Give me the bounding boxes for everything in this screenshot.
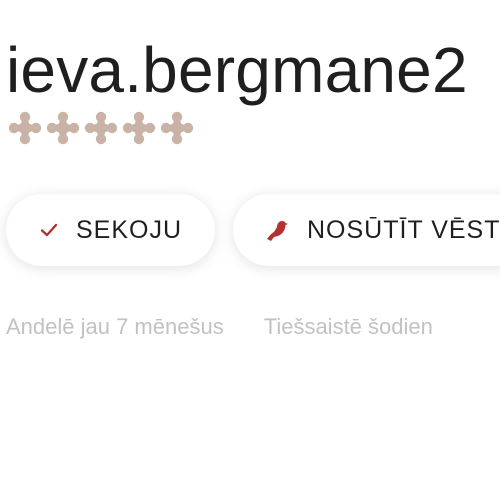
ornament-star-icon: [8, 111, 42, 145]
pigeon-icon: [265, 218, 289, 242]
profile-meta: Andelē jau 7 mēnešus Tiešsaistē šodien: [6, 314, 433, 340]
follow-button[interactable]: SEKOJU: [6, 194, 215, 266]
profile-actions: SEKOJU NOSŪTĪT VĒST: [6, 194, 500, 266]
send-message-button-label: NOSŪTĪT VĒST: [307, 215, 500, 244]
profile-username: ieva.bergmane2: [6, 34, 468, 106]
ornament-star-icon: [84, 111, 118, 145]
online-status-text: Tiešsaistē šodien: [263, 314, 433, 339]
send-message-button[interactable]: NOSŪTĪT VĒST: [233, 194, 500, 266]
ornament-star-icon: [46, 111, 80, 145]
member-since-text: Andelē jau 7 mēnešus: [6, 314, 224, 339]
ornament-star-icon: [122, 111, 156, 145]
follow-button-label: SEKOJU: [76, 215, 183, 244]
rating-stars: [8, 111, 194, 145]
ornament-star-icon: [160, 111, 194, 145]
profile-page: ieva.bergmane2 SEKOJU NOSŪTĪT VĒST Andel…: [0, 0, 500, 500]
checkmark-icon: [40, 223, 58, 237]
